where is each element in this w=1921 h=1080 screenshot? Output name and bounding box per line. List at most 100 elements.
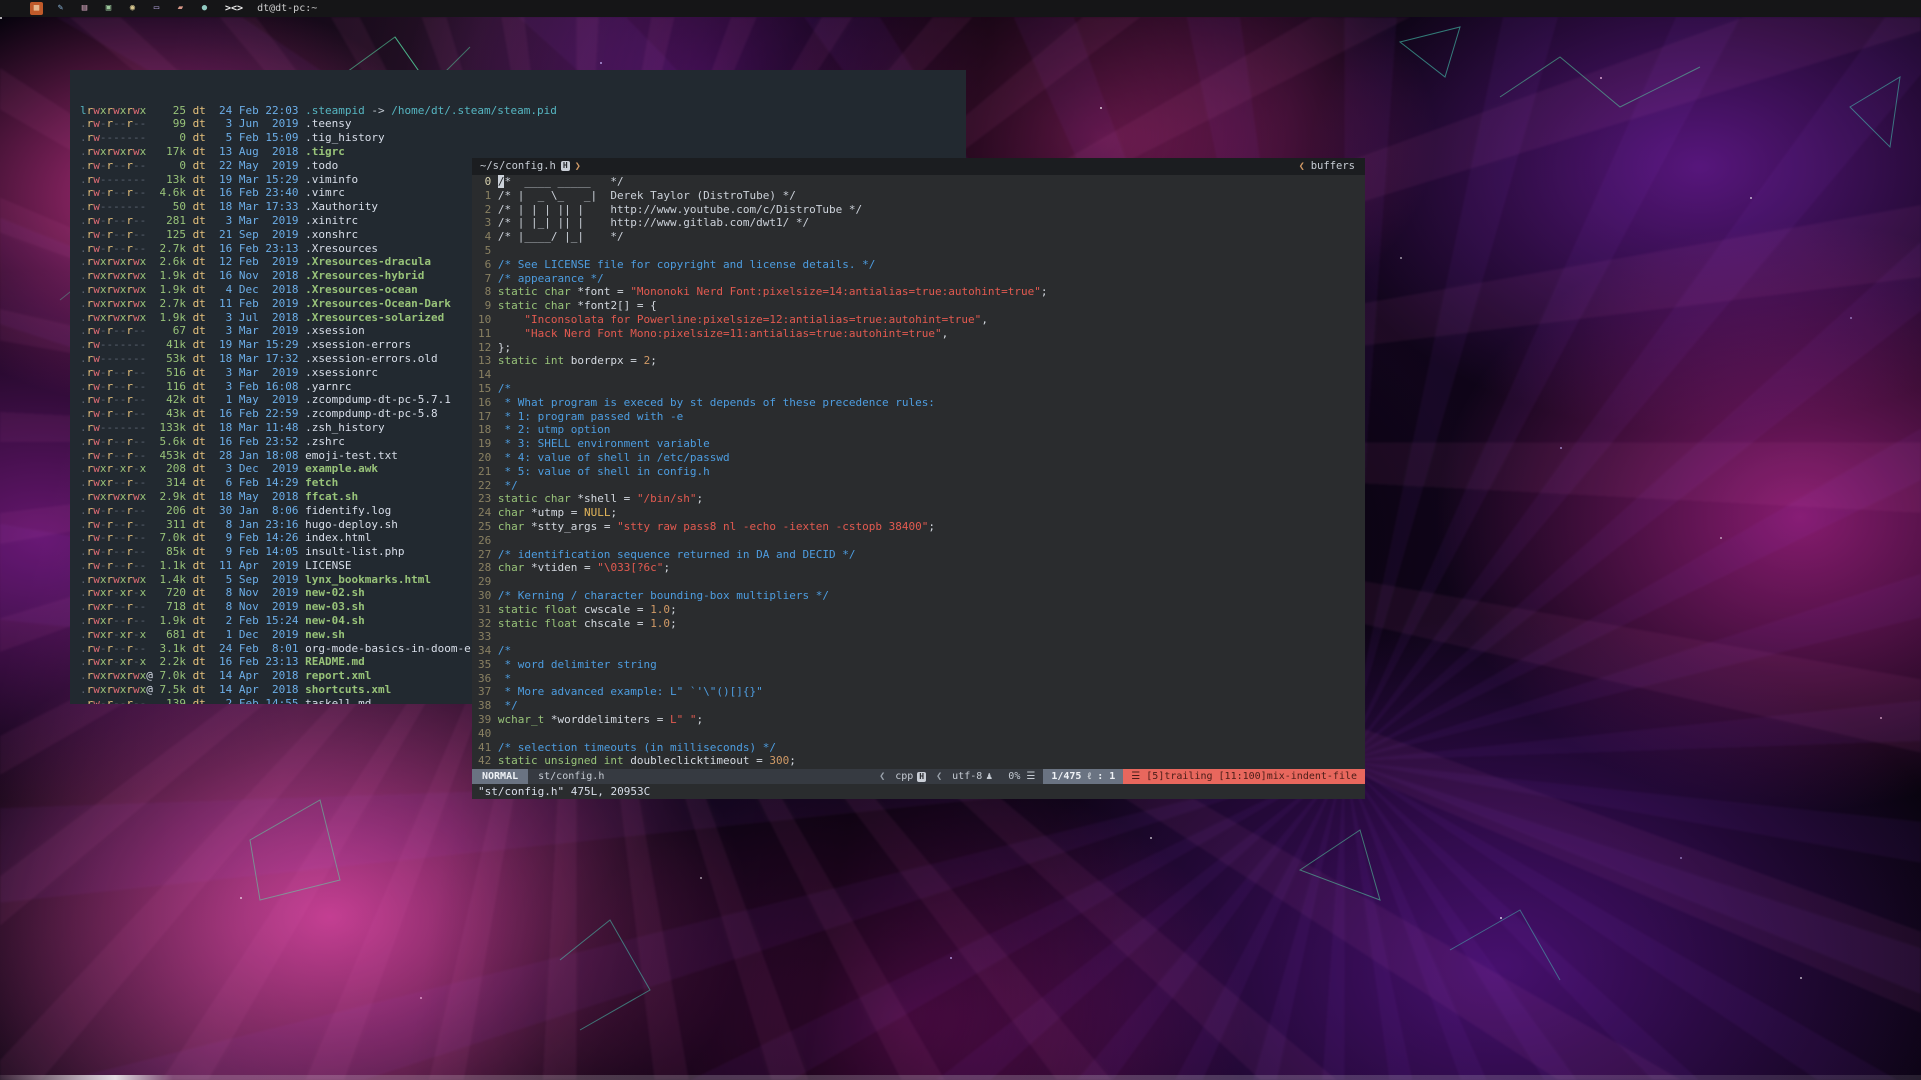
buffer-path: ~/s/config.h bbox=[480, 160, 556, 174]
filetype-segment: cpp H bbox=[887, 769, 934, 784]
apps-grid-icon[interactable]: ▦ bbox=[30, 2, 43, 15]
line-number: 13 bbox=[478, 354, 491, 368]
file-date: 9 Feb 14:05 bbox=[219, 545, 298, 558]
symlink-arrow: -> bbox=[365, 104, 392, 117]
file-name: .Xresources-dracula bbox=[305, 255, 431, 268]
code-line: 36 * bbox=[478, 672, 1365, 686]
file-owner: dt bbox=[193, 435, 206, 448]
permissions: .rwxr-xr-x bbox=[80, 586, 159, 600]
line-number: 3 bbox=[478, 216, 491, 230]
file-date: 30 Jan 8:06 bbox=[219, 504, 298, 517]
file-name: .Xauthority bbox=[305, 200, 378, 213]
permissions: .rwxrwxrwx bbox=[80, 573, 159, 587]
file-date: 18 May 2018 bbox=[219, 490, 298, 503]
line-number: 42 bbox=[478, 754, 491, 768]
code-line: 9static char *font2[] = { bbox=[478, 299, 1365, 313]
pencil-icon[interactable]: ✎ bbox=[54, 2, 67, 15]
file-date: 18 Mar 11:48 bbox=[219, 421, 298, 434]
permissions: .rw-r--r-- bbox=[80, 504, 159, 518]
permissions: .rw------- bbox=[80, 131, 159, 145]
line-number: 39 bbox=[478, 713, 491, 727]
permissions: .rwxrwxrwx@ bbox=[80, 669, 159, 683]
line-number: 35 bbox=[478, 658, 491, 672]
file-size: 85k bbox=[159, 545, 185, 559]
permissions: .rw-r--r-- bbox=[80, 366, 159, 380]
permissions: .rw-r--r-- bbox=[80, 545, 159, 559]
file-name: emoji-test.txt bbox=[305, 449, 398, 462]
code-line: 5 bbox=[478, 244, 1365, 258]
buffer-tab-config-h[interactable]: ~/s/config.h H ❯ bbox=[472, 160, 589, 174]
file-owner: dt bbox=[193, 159, 206, 172]
file-owner: dt bbox=[193, 614, 206, 627]
file-owner: dt bbox=[193, 200, 206, 213]
permissions: .rwxr--r-- bbox=[80, 476, 159, 490]
code-line: 21 * 5: value of shell in config.h bbox=[478, 465, 1365, 479]
file-name: new.sh bbox=[305, 628, 345, 641]
permissions: .rw-r--r-- bbox=[80, 324, 159, 338]
buffers-label-group[interactable]: ❮ buffers bbox=[1299, 160, 1365, 174]
file-date: 3 Mar 2019 bbox=[219, 324, 298, 337]
file-name: .xsessionrc bbox=[305, 366, 378, 379]
permissions: .rwxrwxrwx@ bbox=[80, 683, 159, 697]
file-name: shortcuts.xml bbox=[305, 683, 391, 696]
file-row: .rw-------0dt 5 Feb 15:09.tig_history bbox=[80, 131, 956, 145]
file-name: fetch bbox=[305, 476, 338, 489]
wallpaper-bottom-edge bbox=[0, 1075, 1921, 1080]
file-size: 206 bbox=[159, 504, 185, 518]
line-number: 0 bbox=[478, 175, 491, 189]
file-size: 17k bbox=[159, 145, 185, 159]
file-date: 8 Jan 23:16 bbox=[219, 518, 298, 531]
file-name: .xsession-errors.old bbox=[305, 352, 437, 365]
file-size: 0 bbox=[159, 131, 185, 145]
file-size: 208 bbox=[159, 462, 185, 476]
file-name: org-mode-basics-in-doom-e bbox=[305, 642, 471, 655]
file-name: .vimrc bbox=[305, 186, 345, 199]
file-name: hugo-deploy.sh bbox=[305, 518, 398, 531]
file-owner: dt bbox=[193, 324, 206, 337]
chevron-right-icon: ❯ bbox=[575, 160, 581, 174]
camera-icon[interactable]: ◉ bbox=[126, 2, 139, 15]
display-icon[interactable]: ▭ bbox=[150, 2, 163, 15]
code-line: 15/* bbox=[478, 382, 1365, 396]
line-number: 15 bbox=[478, 382, 491, 396]
line-number: 23 bbox=[478, 492, 491, 506]
permissions: .rwxr-xr-x bbox=[80, 655, 159, 669]
line-number: 22 bbox=[478, 479, 491, 493]
file-date: 8 Nov 2019 bbox=[219, 600, 298, 613]
file-owner: dt bbox=[193, 531, 206, 544]
line-number: 19 bbox=[478, 437, 491, 451]
file-owner: dt bbox=[193, 269, 206, 282]
record-icon[interactable]: ● bbox=[198, 2, 211, 15]
file-size: 5.6k bbox=[159, 435, 185, 449]
code-line: 12}; bbox=[478, 341, 1365, 355]
file-size: 7.5k bbox=[159, 683, 185, 697]
line-number: 17 bbox=[478, 410, 491, 424]
code-line: 3/* | |_| || | http://www.gitlab.com/dwt… bbox=[478, 216, 1365, 230]
file-size: 116 bbox=[159, 380, 185, 394]
code-line: 1/* | _ \_ _| Derek Taylor (DistroTube) … bbox=[478, 189, 1365, 203]
file-date: 3 Mar 2019 bbox=[219, 214, 298, 227]
editor-window-vim[interactable]: ~/s/config.h H ❯ ❮ buffers 0/* ____ ____… bbox=[472, 158, 1365, 799]
file-date: 12 Feb 2019 bbox=[219, 255, 298, 268]
line-number: 1 bbox=[478, 189, 491, 203]
code-area[interactable]: 0/* ____ _____ */1/* | _ \_ _| Derek Tay… bbox=[472, 175, 1365, 769]
image-icon[interactable]: ▣ bbox=[102, 2, 115, 15]
file-date: 11 Feb 2019 bbox=[219, 297, 298, 310]
permissions: .rw-r--r-- bbox=[80, 214, 159, 228]
line-number: 33 bbox=[478, 630, 491, 644]
file-date: 21 Sep 2019 bbox=[219, 228, 298, 241]
file-owner: dt bbox=[193, 338, 206, 351]
permissions: .rw------- bbox=[80, 352, 159, 366]
folder-icon[interactable]: ▰ bbox=[174, 2, 187, 15]
permissions: .rwxr--r-- bbox=[80, 600, 159, 614]
file-name: .yarnrc bbox=[305, 380, 351, 393]
file-owner: dt bbox=[193, 297, 206, 310]
line-number: 27 bbox=[478, 548, 491, 562]
chart-icon[interactable]: ▤ bbox=[78, 2, 91, 15]
file-owner: dt bbox=[193, 628, 206, 641]
file-size: 3.1k bbox=[159, 642, 185, 656]
file-row: lrwxrwxrwx25dt24 Feb 22:03.steampid -> /… bbox=[80, 104, 956, 118]
fish-shell-label: ><> bbox=[225, 3, 243, 14]
code-line: 26 bbox=[478, 534, 1365, 548]
line-number: 37 bbox=[478, 685, 491, 699]
